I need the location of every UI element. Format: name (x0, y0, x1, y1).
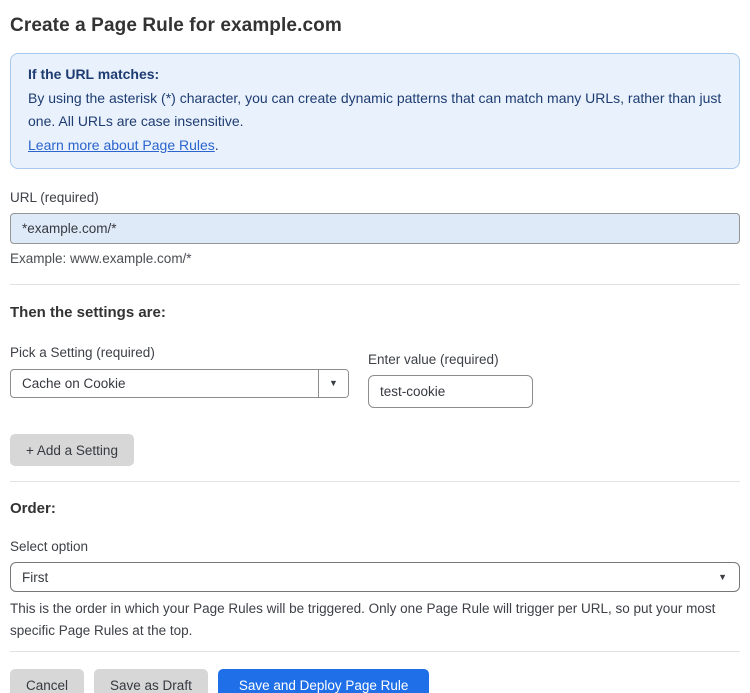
divider (10, 284, 740, 285)
order-select-value: First (22, 569, 49, 585)
url-field-label: URL (required) (10, 190, 99, 205)
page-title: Create a Page Rule for example.com (10, 15, 342, 36)
divider (10, 651, 740, 652)
url-helper-text: Example: www.example.com/* (10, 251, 192, 266)
info-link-line: Learn more about Page Rules. (28, 134, 722, 158)
setting-picker-label: Pick a Setting (required) (10, 345, 155, 360)
divider (10, 481, 740, 482)
setting-select-value: Cache on Cookie (22, 376, 126, 391)
order-select[interactable]: First ▼ (10, 562, 740, 592)
caret-down-icon: ▼ (718, 571, 727, 582)
setting-select-arrow-button[interactable]: ▼ (318, 370, 348, 397)
save-and-deploy-button[interactable]: Save and Deploy Page Rule (217, 669, 430, 693)
setting-picker-column: Pick a Setting (required) Cache on Cooki… (10, 345, 349, 398)
order-description: This is the order in which your Page Rul… (10, 601, 716, 638)
cancel-button[interactable]: Cancel (10, 669, 85, 693)
caret-down-icon: ▼ (329, 378, 338, 388)
footer-buttons: Cancel Save as Draft Save and Deploy Pag… (10, 669, 740, 693)
link-suffix: . (214, 136, 219, 153)
order-select-label: Select option (10, 539, 89, 554)
save-as-draft-button[interactable]: Save as Draft (94, 669, 208, 693)
create-page-rule-form: Create a Page Rule for example.com If th… (0, 0, 750, 693)
setting-value-label: Enter value (required) (368, 352, 499, 367)
learn-more-link[interactable]: Learn more about Page Rules (28, 137, 215, 153)
order-section-heading: Order: (10, 500, 56, 517)
setting-select[interactable]: Cache on Cookie ▼ (10, 369, 349, 398)
add-setting-button[interactable]: + Add a Setting (10, 434, 134, 466)
settings-section-heading: Then the settings are: (10, 304, 166, 321)
info-box-body: By using the asterisk (*) character, you… (28, 89, 722, 130)
setting-value-column: Enter value (required) (368, 352, 533, 408)
url-input[interactable] (10, 213, 740, 244)
info-box-heading: If the URL matches: (28, 66, 160, 82)
settings-row: Pick a Setting (required) Cache on Cooki… (10, 345, 740, 408)
url-match-info-box: If the URL matches: By using the asteris… (10, 53, 740, 169)
setting-value-input[interactable] (368, 375, 533, 408)
